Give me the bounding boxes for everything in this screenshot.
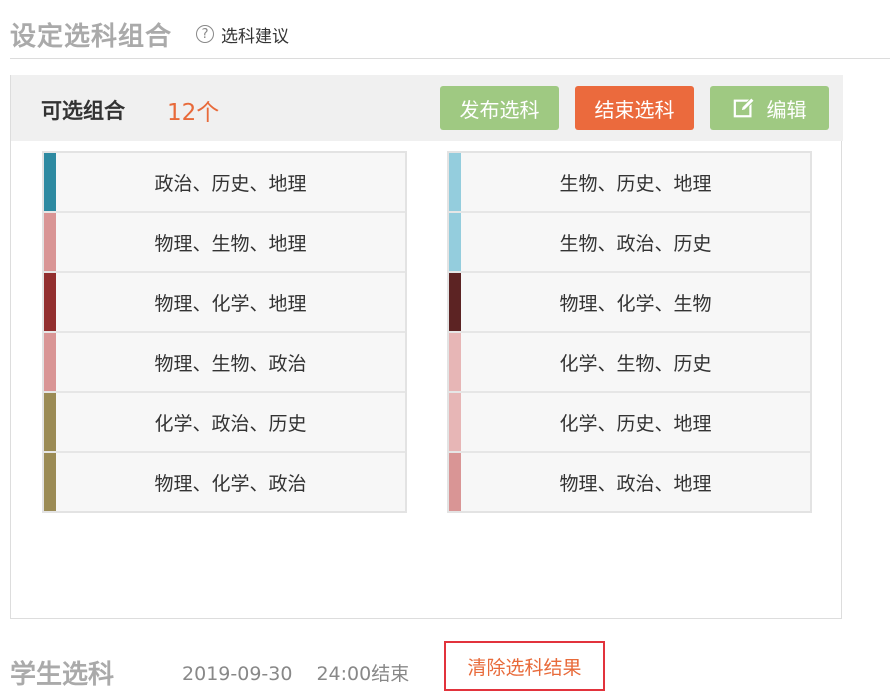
- combo-color-bar: [44, 453, 56, 511]
- combo-label: 物理、生物、地理: [154, 232, 307, 255]
- combination-panel: 可选组合 12个 发布选科 结束选科 编辑 政治、历史、地理 物理、生物、地理 …: [10, 75, 843, 619]
- combo-color-bar: [449, 333, 461, 391]
- combination-count: 12个: [167, 100, 220, 126]
- deadline-date: 2019-09-30: [182, 662, 293, 685]
- combo-item[interactable]: 政治、历史、地理: [44, 153, 405, 213]
- combo-color-bar: [44, 153, 56, 211]
- combo-label: 生物、历史、地理: [559, 172, 712, 195]
- publish-selection-button[interactable]: 发布选科: [440, 86, 559, 130]
- student-selection-section: 学生选科 2019-09-30 24:00结束 清除选科结果: [10, 641, 605, 696]
- combo-label: 生物、政治、历史: [559, 232, 712, 255]
- combo-item[interactable]: 物理、生物、地理: [44, 213, 405, 273]
- combo-item[interactable]: 物理、化学、政治: [44, 453, 405, 511]
- combo-list-left: 政治、历史、地理 物理、生物、地理 物理、化学、地理 物理、生物、政治 化学、政…: [42, 151, 407, 513]
- subject-advice-label: 选科建议: [221, 26, 290, 47]
- end-selection-button[interactable]: 结束选科: [575, 86, 694, 130]
- combo-label: 物理、化学、地理: [154, 292, 307, 315]
- question-circle-icon: ?: [196, 25, 215, 43]
- panel-header: 可选组合 12个 发布选科 结束选科 编辑: [11, 75, 843, 141]
- combo-item[interactable]: 化学、历史、地理: [449, 393, 810, 453]
- combo-item[interactable]: 化学、政治、历史: [44, 393, 405, 453]
- header-divider: [10, 58, 890, 59]
- edit-label: 编辑: [766, 97, 807, 122]
- combo-label: 物理、化学、政治: [154, 472, 307, 495]
- combo-item[interactable]: 生物、历史、地理: [449, 153, 810, 213]
- edit-icon: [733, 97, 755, 118]
- combo-color-bar: [44, 213, 56, 271]
- combo-color-bar: [44, 273, 56, 331]
- combo-item[interactable]: 物理、化学、地理: [44, 273, 405, 333]
- combo-item[interactable]: 化学、生物、历史: [449, 333, 810, 393]
- combo-color-bar: [449, 213, 461, 271]
- combo-color-bar: [449, 393, 461, 451]
- combo-item[interactable]: 物理、化学、生物: [449, 273, 810, 333]
- student-section-title: 学生选科: [10, 659, 115, 690]
- deadline-time: 24:00结束: [316, 662, 410, 685]
- combo-label: 物理、生物、政治: [154, 352, 307, 375]
- combo-label: 物理、政治、地理: [559, 472, 712, 495]
- combo-label: 化学、历史、地理: [559, 412, 712, 435]
- combo-item[interactable]: 生物、政治、历史: [449, 213, 810, 273]
- combo-color-bar: [44, 333, 56, 391]
- combo-item[interactable]: 物理、政治、地理: [449, 453, 810, 511]
- page-title: 设定选科组合: [10, 21, 173, 52]
- page-header: 设定选科组合 ? 选科建议: [10, 14, 289, 54]
- deadline: 2019-09-30 24:00结束: [182, 659, 409, 686]
- combo-label: 化学、政治、历史: [154, 412, 307, 435]
- combo-label: 政治、历史、地理: [154, 172, 307, 195]
- combo-color-bar: [449, 453, 461, 511]
- combo-color-bar: [449, 273, 461, 331]
- panel-title: 可选组合: [41, 99, 125, 123]
- combo-label: 物理、化学、生物: [559, 292, 712, 315]
- combo-color-bar: [44, 393, 56, 451]
- combo-item[interactable]: 物理、生物、政治: [44, 333, 405, 393]
- subject-advice-link[interactable]: ? 选科建议: [196, 22, 289, 47]
- clear-results-button[interactable]: 清除选科结果: [444, 641, 605, 691]
- combo-color-bar: [449, 153, 461, 211]
- edit-button[interactable]: 编辑: [710, 86, 829, 130]
- combo-list-right: 生物、历史、地理 生物、政治、历史 物理、化学、生物 化学、生物、历史 化学、历…: [447, 151, 812, 513]
- combo-label: 化学、生物、历史: [559, 352, 712, 375]
